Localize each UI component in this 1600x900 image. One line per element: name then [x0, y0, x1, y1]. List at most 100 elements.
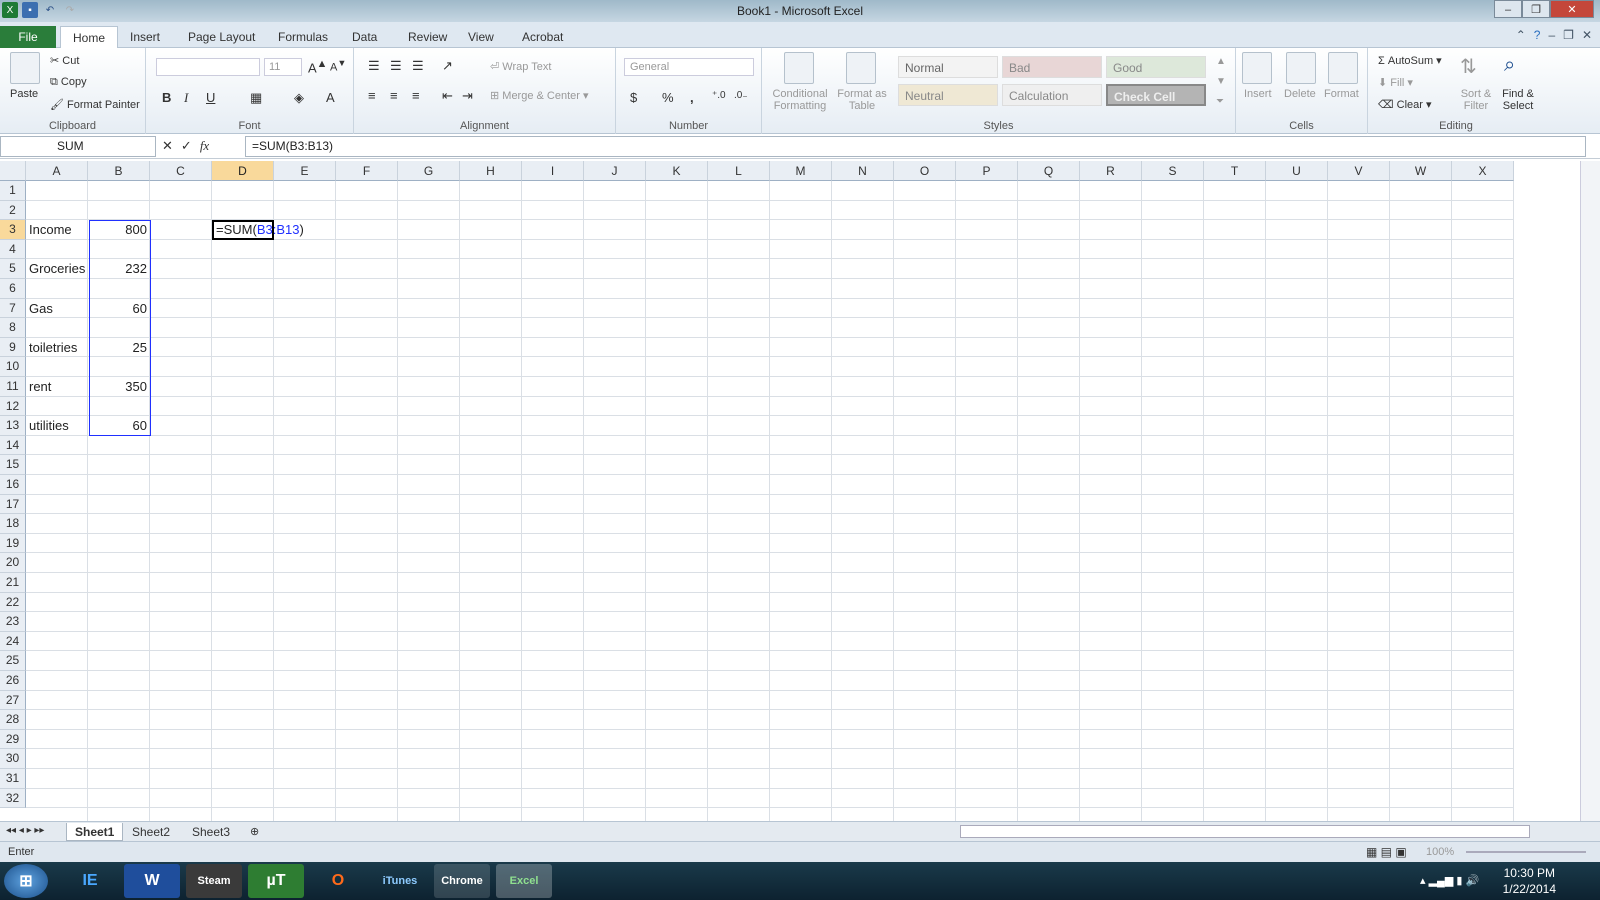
tab-page-layout[interactable]: Page Layout — [176, 26, 267, 48]
column-header-h[interactable]: H — [460, 161, 522, 181]
style-good[interactable]: Good — [1106, 56, 1206, 78]
edit-cell-formula[interactable]: =SUM(B3:B13) — [213, 220, 307, 240]
column-header-u[interactable]: U — [1266, 161, 1328, 181]
row-header-18[interactable]: 18 — [0, 514, 26, 534]
delete-cells-icon[interactable] — [1286, 52, 1316, 84]
find-select-button[interactable]: Find & Select — [1496, 88, 1540, 112]
taskbar-itunes-icon[interactable]: iTunes — [372, 864, 428, 898]
column-header-j[interactable]: J — [584, 161, 646, 181]
taskbar-utorrent-icon[interactable]: µT — [248, 864, 304, 898]
font-size-select[interactable]: 11 — [264, 58, 302, 76]
row-header-25[interactable]: 25 — [0, 651, 26, 671]
row-header-26[interactable]: 26 — [0, 671, 26, 691]
paste-icon[interactable] — [10, 52, 40, 84]
tab-formulas[interactable]: Formulas — [266, 26, 340, 48]
sheet-tab-2[interactable]: Sheet2 — [124, 823, 178, 841]
help-icon[interactable]: ? — [1534, 28, 1541, 42]
style-bad[interactable]: Bad — [1002, 56, 1102, 78]
cell-a5[interactable]: Groceries — [26, 259, 88, 279]
zoom-level[interactable]: 100% — [1426, 846, 1454, 858]
insert-cells-icon[interactable] — [1242, 52, 1272, 84]
row-header-23[interactable]: 23 — [0, 612, 26, 632]
sort-filter-icon[interactable]: ⇅ — [1460, 54, 1477, 79]
row-header-28[interactable]: 28 — [0, 710, 26, 730]
style-neutral[interactable]: Neutral — [898, 84, 998, 106]
wrap-text-button[interactable]: ⏎ Wrap Text — [490, 60, 551, 73]
row-header-4[interactable]: 4 — [0, 239, 26, 260]
column-header-g[interactable]: G — [398, 161, 460, 181]
bold-button[interactable]: B — [162, 90, 171, 105]
sort-filter-button[interactable]: Sort & Filter — [1456, 88, 1496, 112]
delete-cells-button[interactable]: Delete — [1284, 88, 1316, 100]
insert-function-button[interactable]: fx — [200, 138, 209, 154]
column-header-x[interactable]: X — [1452, 161, 1514, 181]
maximize-button[interactable]: ❐ — [1522, 0, 1550, 18]
increase-indent-icon[interactable]: ⇥ — [462, 88, 473, 104]
comma-button[interactable]: , — [690, 90, 694, 105]
row-header-30[interactable]: 30 — [0, 749, 26, 769]
align-bottom-icon[interactable]: ☰ — [412, 58, 424, 74]
taskbar-steam-icon[interactable]: Steam — [186, 864, 242, 898]
cell-a7[interactable]: Gas — [26, 299, 88, 319]
insert-cells-button[interactable]: Insert — [1244, 88, 1272, 100]
style-normal[interactable]: Normal — [898, 56, 998, 78]
start-button[interactable]: ⊞ — [4, 864, 48, 898]
taskbar-word-icon[interactable]: W — [124, 864, 180, 898]
taskbar-chrome-icon[interactable]: Chrome — [434, 864, 490, 898]
row-header-11[interactable]: 11 — [0, 377, 26, 397]
align-left-icon[interactable]: ≡ — [368, 88, 376, 103]
format-cells-button[interactable]: Format — [1324, 88, 1359, 100]
tab-home[interactable]: Home — [60, 26, 119, 49]
tab-file[interactable]: File — [0, 26, 56, 48]
column-header-o[interactable]: O — [894, 161, 956, 181]
style-calculation[interactable]: Calculation — [1002, 84, 1102, 106]
style-check-cell[interactable]: Check Cell — [1106, 84, 1206, 106]
vertical-scrollbar[interactable] — [1580, 161, 1600, 821]
insert-sheet-icon[interactable]: ⊕ — [250, 825, 259, 838]
column-header-q[interactable]: Q — [1018, 161, 1080, 181]
increase-decimal-icon[interactable]: ⁺.0 — [712, 90, 726, 101]
name-box[interactable]: SUM — [0, 136, 156, 157]
doc-restore-icon[interactable]: ❐ — [1563, 28, 1574, 42]
row-header-21[interactable]: 21 — [0, 573, 26, 593]
system-clock[interactable]: 10:30 PM 1/22/2014 — [1503, 865, 1556, 897]
column-header-k[interactable]: K — [646, 161, 708, 181]
align-center-icon[interactable]: ≡ — [390, 88, 398, 103]
format-as-table-button[interactable]: Format as Table — [834, 88, 890, 112]
row-header-14[interactable]: 14 — [0, 435, 26, 456]
row-header-29[interactable]: 29 — [0, 729, 26, 750]
sheet-tab-3[interactable]: Sheet3 — [184, 823, 238, 841]
column-header-v[interactable]: V — [1328, 161, 1390, 181]
row-header-8[interactable]: 8 — [0, 318, 26, 338]
cell-a9[interactable]: toiletries — [26, 338, 88, 358]
tab-view[interactable]: View — [456, 26, 506, 48]
doc-close-icon[interactable]: ✕ — [1582, 28, 1592, 42]
decrease-decimal-icon[interactable]: .0₋ — [734, 90, 748, 101]
row-header-24[interactable]: 24 — [0, 631, 26, 652]
column-header-n[interactable]: N — [832, 161, 894, 181]
decrease-indent-icon[interactable]: ⇤ — [442, 88, 453, 104]
align-middle-icon[interactable]: ☰ — [390, 58, 402, 74]
row-header-5[interactable]: 5 — [0, 259, 26, 279]
autosum-button[interactable]: Σ AutoSum ▾ — [1378, 54, 1442, 67]
format-as-table-icon[interactable] — [846, 52, 876, 84]
row-header-32[interactable]: 32 — [0, 788, 26, 809]
borders-icon[interactable]: ▦ — [250, 90, 262, 106]
row-header-1[interactable]: 1 — [0, 181, 26, 201]
row-header-31[interactable]: 31 — [0, 769, 26, 789]
cell-a13[interactable]: utilities — [26, 416, 88, 436]
styles-scroll-down-icon[interactable]: ▼ — [1216, 76, 1226, 87]
row-header-19[interactable]: 19 — [0, 533, 26, 554]
tab-review[interactable]: Review — [396, 26, 459, 48]
styles-more-icon[interactable]: ⏷ — [1216, 96, 1224, 107]
sheet-tab-1[interactable]: Sheet1 — [66, 823, 124, 841]
row-header-2[interactable]: 2 — [0, 200, 26, 221]
merge-center-button[interactable]: ⊞ Merge & Center ▾ — [490, 89, 589, 102]
horizontal-scrollbar[interactable] — [960, 825, 1530, 838]
minimize-button[interactable]: – — [1494, 0, 1522, 18]
currency-button[interactable]: $ — [630, 90, 637, 105]
taskbar-origin-icon[interactable]: O — [310, 864, 366, 898]
cut-button[interactable]: ✂ Cut — [50, 54, 79, 67]
copy-button[interactable]: ⧉ Copy — [50, 76, 87, 89]
column-header-d[interactable]: D — [212, 161, 274, 181]
